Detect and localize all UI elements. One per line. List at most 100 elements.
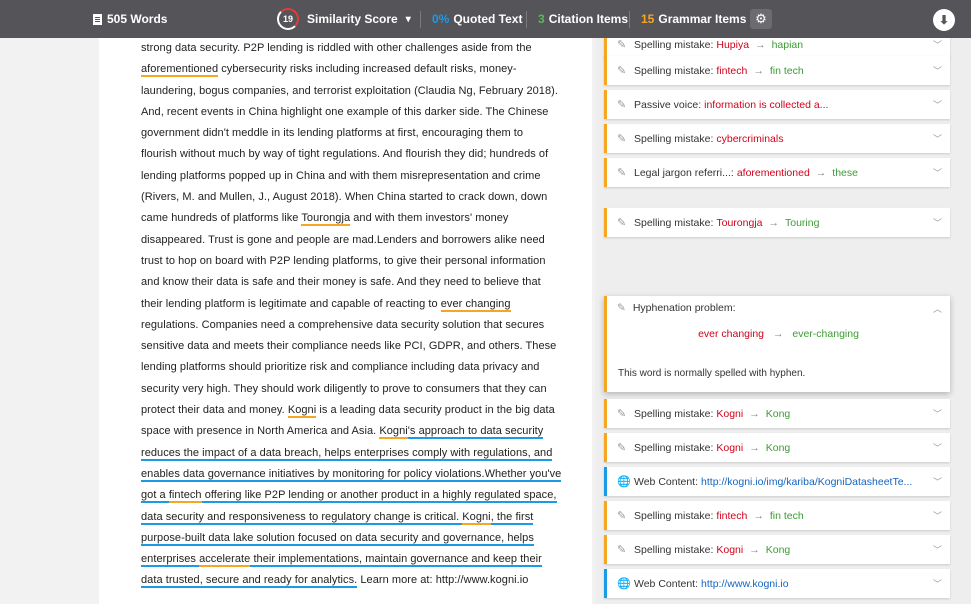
issue-type: Spelling mistake: <box>634 509 714 522</box>
flagged-word[interactable]: accelerate <box>199 553 251 568</box>
quoted-text-label: Quoted Text <box>453 12 523 26</box>
text-segment: trust to hop on board with P2P lending p… <box>141 254 546 267</box>
similarity-score-label: Similarity Score <box>307 12 398 26</box>
issue-card[interactable]: ✎ Spelling mistake: Kogni → Kong ﹀ <box>604 535 950 564</box>
divider <box>420 11 421 28</box>
document-line: came hundreds of platforms like Tourongj… <box>141 208 561 229</box>
similarity-score-dropdown[interactable]: 19 Similarity Score ▾ <box>277 0 411 38</box>
document-line: (Rivers, M. and Mullen, J., August 2018)… <box>141 187 561 208</box>
issue-card[interactable]: ✎ Legal jargon referri...: aforementioned →… <box>604 158 950 187</box>
issue-card-expanded[interactable]: ✎ Hyphenation problem: ︿ ever changing →… <box>604 296 950 392</box>
quoted-text-percent: 0% <box>432 12 450 26</box>
issue-suggestion[interactable]: fin tech <box>770 65 804 77</box>
chevron-down-icon[interactable]: ﹀ <box>933 98 942 111</box>
citation-text: reduces the impact of a data breach, hel… <box>141 446 553 461</box>
arrow-right-icon: → <box>749 543 760 556</box>
document-text[interactable]: strong data security. P2P lending is rid… <box>141 38 562 592</box>
chevron-down-icon[interactable]: ﹀ <box>933 166 942 179</box>
chevron-down-icon[interactable]: ﹀ <box>933 38 942 51</box>
arrow-right-icon: → <box>749 441 760 454</box>
chevron-down-icon[interactable]: ﹀ <box>933 64 942 77</box>
flagged-word[interactable]: Kogni <box>379 425 408 440</box>
chevron-down-icon[interactable]: ﹀ <box>933 577 942 590</box>
issue-suggestion[interactable]: hapian <box>772 39 804 51</box>
divider <box>629 11 630 28</box>
chevron-down-icon[interactable]: ﹀ <box>933 475 942 488</box>
chevron-down-icon[interactable]: ﹀ <box>933 216 942 229</box>
chevron-down-icon[interactable]: ﹀ <box>933 132 942 145</box>
flagged-word[interactable]: ever changing <box>440 297 511 312</box>
quoted-text-filter[interactable]: 0% Quoted Text <box>432 0 522 38</box>
pencil-icon: ✎ <box>617 39 627 51</box>
word-count-label: 505 Words <box>107 12 168 26</box>
issue-card[interactable]: ✎ Spelling mistake: cybercriminals ﹀ <box>604 124 950 153</box>
issue-card[interactable]: ✎ Spelling mistake: Kogni → Kong ﹀ <box>604 399 950 428</box>
text-segment: lending platforms should prioritize risk… <box>141 361 540 374</box>
pencil-icon: ✎ <box>617 510 627 522</box>
issue-suggestion[interactable]: Kong <box>766 442 791 454</box>
issue-type: Spelling mistake: <box>634 38 714 51</box>
document-line: enables data governance initiatives by m… <box>141 464 562 485</box>
divider <box>526 11 527 28</box>
flagged-word[interactable]: fintech <box>168 489 202 504</box>
issue-suggestion[interactable]: Touring <box>785 217 819 229</box>
pencil-icon: ✎ <box>617 544 627 556</box>
document-line: laundering, bogus companies, and terrori… <box>141 81 561 102</box>
gear-icon[interactable]: ⚙ <box>750 9 772 29</box>
citation-text: enables data governance initiatives by m… <box>141 467 562 482</box>
issue-type: Spelling mistake: <box>634 132 714 145</box>
text-segment: regulations. Companies need a comprehens… <box>141 318 545 331</box>
issue-card[interactable]: 🌐 Web Content: http://www.kogni.io ﹀ <box>604 569 950 598</box>
text-segment: cybersecurity risks including increased … <box>218 63 517 76</box>
arrow-right-icon: → <box>753 64 764 77</box>
chevron-down-icon[interactable]: ﹀ <box>933 407 942 420</box>
arrow-right-icon: → <box>755 38 766 51</box>
document-page: strong data security. P2P lending is rid… <box>99 38 592 604</box>
text-segment: is a leading data security product in th… <box>316 404 555 417</box>
flagged-word[interactable]: aforementioned <box>141 63 219 78</box>
chevron-up-icon[interactable]: ︿ <box>933 302 942 315</box>
chevron-down-icon[interactable]: ﹀ <box>933 509 942 522</box>
issue-suggestion[interactable]: Kong <box>766 544 791 556</box>
citation-text: , the first <box>490 510 534 525</box>
source-link[interactable]: http://kogni.io/img/kariba/KogniDatashee… <box>701 476 912 488</box>
source-link[interactable]: http://www.kogni.io <box>701 578 789 590</box>
arrow-right-icon: → <box>772 328 784 340</box>
chevron-down-icon: ▾ <box>405 13 411 25</box>
document-line: lending platforms should prioritize risk… <box>141 357 561 378</box>
chevron-down-icon[interactable]: ﹀ <box>933 543 942 556</box>
citation-text: purpose-built data lake solution focused… <box>141 531 534 546</box>
issue-card[interactable]: 🌐 Web Content: http://kogni.io/img/kariba/… <box>604 467 950 496</box>
grammar-items-filter[interactable]: 15 Grammar Items <box>641 0 746 38</box>
citation-text: data security and responsiveness to regu… <box>141 510 463 525</box>
issue-suggestion[interactable]: Kong <box>766 408 791 420</box>
flagged-word[interactable]: Tourongja <box>301 212 351 227</box>
citation-items-filter[interactable]: 3 Citation Items <box>538 0 628 38</box>
issue-card[interactable]: ✎ Spelling mistake: fintech → fin tech ﹀ <box>604 56 950 85</box>
flagged-word[interactable]: Kogni <box>462 510 491 525</box>
issue-suggestion[interactable]: these <box>832 167 858 179</box>
issue-original: Kogni <box>716 441 744 454</box>
document-line: enterprises accelerate their implementat… <box>141 549 561 570</box>
document-line: security very high. They should work dil… <box>141 379 561 400</box>
citation-text: data trusted, secure and ready for analy… <box>141 574 358 589</box>
globe-icon: 🌐 <box>617 578 631 590</box>
flagged-word[interactable]: Kogni <box>287 404 317 419</box>
issue-card[interactable]: ✎ Passive voice: information is collected … <box>604 90 950 119</box>
issue-original: Kogni <box>716 543 744 556</box>
issue-card[interactable]: ✎ Spelling mistake: fintech → fin tech ﹀ <box>604 501 950 530</box>
download-icon[interactable]: ⬇ <box>933 9 955 31</box>
issue-card[interactable]: ✎ Spelling mistake: Kogni → Kong ﹀ <box>604 433 950 462</box>
issue-suggestion[interactable]: ever-changing <box>792 328 859 340</box>
document-line: And, recent events in China highlight on… <box>141 102 561 123</box>
pencil-icon: ✎ <box>617 65 627 77</box>
issue-card[interactable]: ✎ Spelling mistake: Tourongja → Touring ﹀ <box>604 208 950 237</box>
pencil-icon: ✎ <box>617 442 627 454</box>
issue-suggestion[interactable]: fin tech <box>770 510 804 522</box>
chevron-down-icon[interactable]: ﹀ <box>933 441 942 454</box>
issue-type: Spelling mistake: <box>634 64 714 77</box>
suggestion-row: ever changing → ever-changing <box>607 328 950 340</box>
document-line: flourish without much by way of tight re… <box>141 144 561 165</box>
word-count: 505 Words <box>93 0 167 38</box>
arrow-right-icon: → <box>815 166 827 179</box>
